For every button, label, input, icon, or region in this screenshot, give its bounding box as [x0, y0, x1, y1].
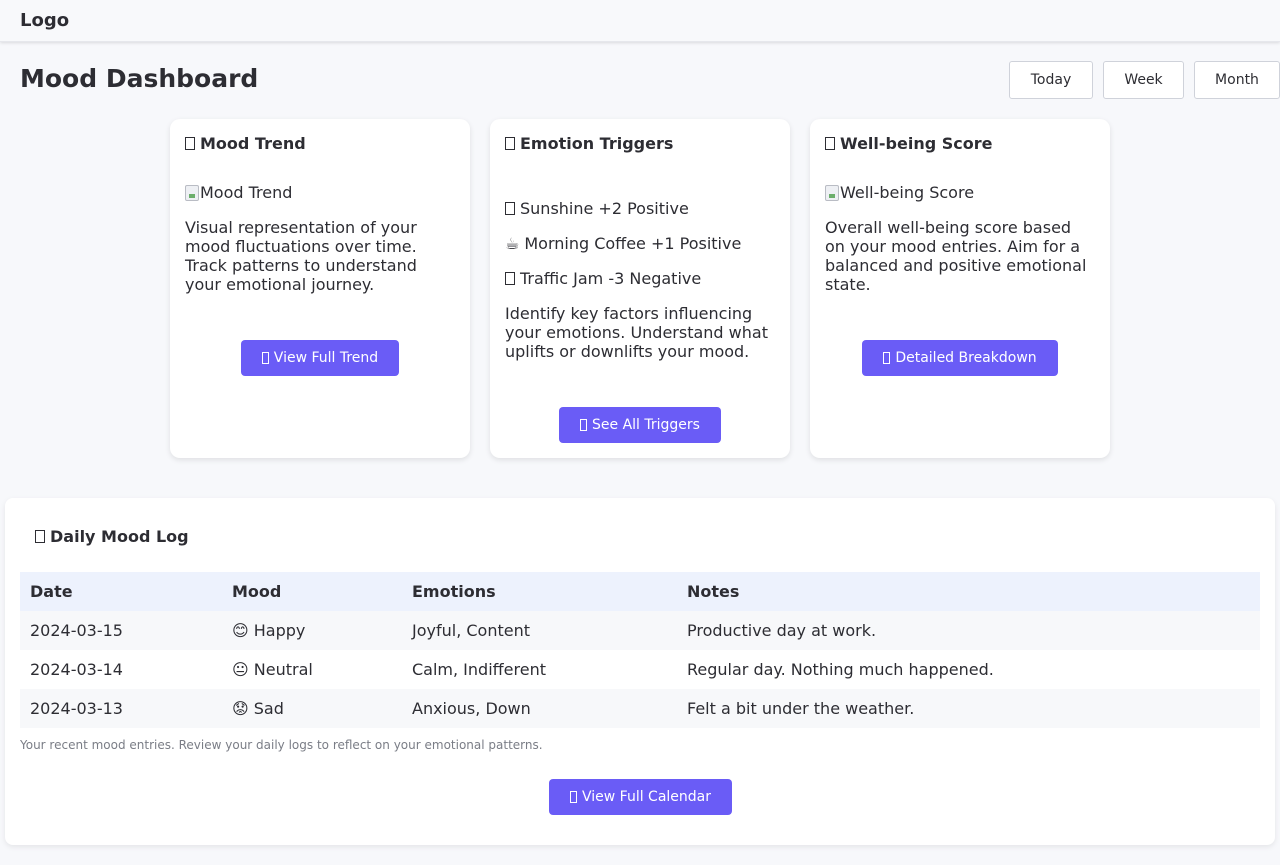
- view-full-calendar-label: View Full Calendar: [581, 789, 711, 805]
- cell-emotions: Joyful, Content: [402, 611, 677, 650]
- cell-notes: Productive day at work.: [677, 611, 1260, 650]
- column-header-emotions: Emotions: [402, 572, 677, 611]
- page-title: Mood Dashboard: [20, 64, 259, 93]
- trigger-item-coffee: ☕ Morning Coffee +1 Positive: [505, 234, 741, 253]
- daily-mood-log-title-text: Daily Mood Log: [50, 527, 189, 546]
- emotion-triggers-card: Emotion Triggers Sunshine +2 Positive ☕ …: [490, 119, 790, 458]
- table-row[interactable]: 2024-03-13 😟 Sad Anxious, Down Felt a bi…: [20, 689, 1260, 728]
- view-full-calendar-button[interactable]: View Full Calendar: [549, 779, 732, 815]
- mood-trend-title: Mood Trend: [185, 134, 306, 153]
- cell-emotions: Anxious, Down: [402, 689, 677, 728]
- chart-icon: [185, 137, 195, 150]
- cell-notes: Felt a bit under the weather.: [677, 689, 1260, 728]
- range-week-button[interactable]: Week: [1103, 61, 1184, 99]
- top-bar: Logo: [0, 0, 1280, 42]
- broken-image-icon: [825, 184, 839, 201]
- column-header-date: Date: [20, 572, 222, 611]
- cell-date: 2024-03-14: [20, 650, 222, 689]
- cell-mood: 😟 Sad: [222, 689, 402, 728]
- car-icon: [505, 272, 515, 285]
- view-full-trend-button[interactable]: View Full Trend: [241, 340, 399, 376]
- sun-icon: [505, 202, 515, 215]
- heart-icon: [825, 137, 835, 150]
- mood-trend-description: Visual representation of your mood fluct…: [185, 218, 417, 294]
- breakdown-icon: [883, 352, 891, 364]
- wellbeing-image-alt: Well-being Score: [840, 183, 975, 202]
- cell-notes: Regular day. Nothing much happened.: [677, 650, 1260, 689]
- logo[interactable]: Logo: [20, 10, 69, 31]
- calendar-icon: [569, 791, 577, 803]
- cell-mood: 😐 Neutral: [222, 650, 402, 689]
- lightning-icon: [505, 137, 515, 150]
- detailed-breakdown-label: Detailed Breakdown: [895, 350, 1037, 366]
- detailed-breakdown-button[interactable]: Detailed Breakdown: [862, 340, 1058, 376]
- mood-log-caption: Your recent mood entries. Review your da…: [20, 738, 543, 752]
- wellbeing-score-card: Well-being Score Well-being Score Overal…: [810, 119, 1110, 458]
- trigger-item-sunshine: Sunshine +2 Positive: [505, 199, 689, 218]
- mood-trend-image-alt: Mood Trend: [200, 183, 293, 202]
- mood-log-table: Date Mood Emotions Notes 2024-03-15 😊 Ha…: [20, 572, 1260, 728]
- wellbeing-title-text: Well-being Score: [840, 134, 993, 153]
- column-header-mood: Mood: [222, 572, 402, 611]
- mood-trend-title-text: Mood Trend: [200, 134, 306, 153]
- trigger-text: Morning Coffee +1 Positive: [524, 234, 742, 253]
- trigger-item-traffic: Traffic Jam -3 Negative: [505, 269, 701, 288]
- cell-date: 2024-03-15: [20, 611, 222, 650]
- emotion-triggers-title-text: Emotion Triggers: [520, 134, 674, 153]
- table-row[interactable]: 2024-03-15 😊 Happy Joyful, Content Produ…: [20, 611, 1260, 650]
- wellbeing-title: Well-being Score: [825, 134, 992, 153]
- table-header-row: Date Mood Emotions Notes: [20, 572, 1260, 611]
- see-all-triggers-button[interactable]: See All Triggers: [559, 407, 721, 443]
- list-icon: [580, 419, 588, 431]
- trend-icon: [261, 352, 269, 364]
- range-month-button[interactable]: Month: [1194, 61, 1280, 99]
- wellbeing-image: Well-being Score: [825, 183, 974, 202]
- broken-image-icon: [185, 184, 199, 201]
- view-full-trend-label: View Full Trend: [273, 350, 379, 366]
- mood-trend-card: Mood Trend Mood Trend Visual representat…: [170, 119, 470, 458]
- wellbeing-description: Overall well-being score based on your m…: [825, 218, 1087, 294]
- calendar-icon: [35, 530, 45, 543]
- daily-mood-log-title: Daily Mood Log: [35, 527, 189, 546]
- trigger-text: Sunshine +2 Positive: [520, 199, 689, 218]
- range-today-button[interactable]: Today: [1009, 61, 1093, 99]
- cell-emotions: Calm, Indifferent: [402, 650, 677, 689]
- see-all-triggers-label: See All Triggers: [592, 417, 700, 433]
- cell-mood: 😊 Happy: [222, 611, 402, 650]
- coffee-icon: ☕: [505, 234, 520, 253]
- trigger-text: Traffic Jam -3 Negative: [520, 269, 702, 288]
- daily-mood-log-panel: Daily Mood Log Date Mood Emotions Notes …: [5, 498, 1275, 845]
- cell-date: 2024-03-13: [20, 689, 222, 728]
- emotion-triggers-description: Identify key factors influencing your em…: [505, 304, 768, 361]
- table-row[interactable]: 2024-03-14 😐 Neutral Calm, Indifferent R…: [20, 650, 1260, 689]
- column-header-notes: Notes: [677, 572, 1260, 611]
- mood-trend-image: Mood Trend: [185, 183, 292, 202]
- emotion-triggers-title: Emotion Triggers: [505, 134, 673, 153]
